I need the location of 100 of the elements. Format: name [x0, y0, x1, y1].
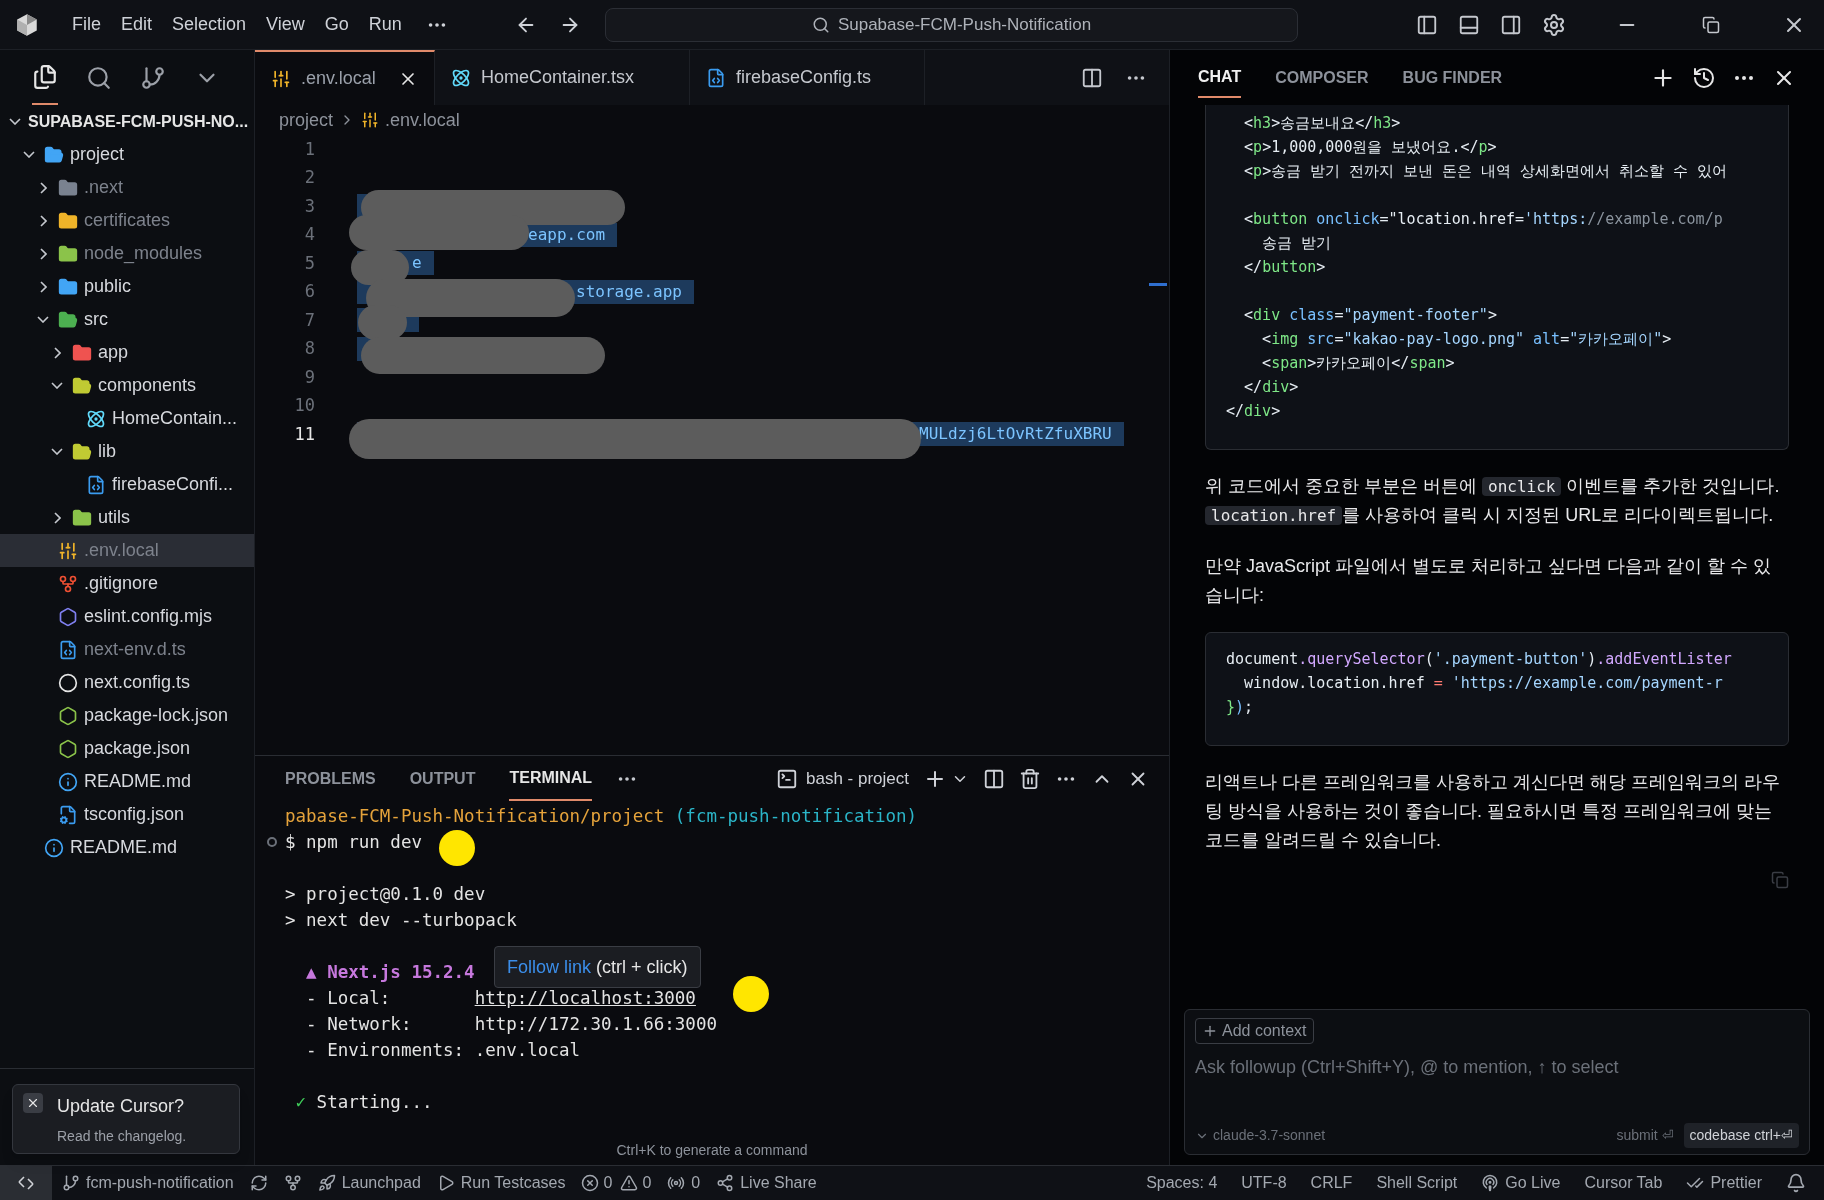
panel-tab[interactable]: OUTPUT: [409, 756, 476, 801]
status-item[interactable]: Launchpad: [317, 1171, 421, 1195]
menu-item[interactable]: Edit: [111, 11, 163, 38]
rocket-icon: [317, 1174, 336, 1192]
remote-button[interactable]: [0, 1165, 52, 1200]
chat-tab[interactable]: BUG FINDER: [1402, 57, 1503, 98]
restore-icon[interactable]: [1702, 15, 1720, 34]
editor-tab[interactable]: .env.local: [255, 50, 435, 105]
sliders-icon: [271, 68, 291, 89]
tree-item[interactable]: .env.local: [0, 534, 254, 567]
code-line: <h3>송금보내요</h3>: [1243, 113, 1401, 134]
status-item[interactable]: Spaces: 4: [1146, 1171, 1218, 1195]
bell-icon[interactable]: [1786, 1173, 1806, 1193]
menu-item[interactable]: View: [256, 11, 315, 38]
status-item[interactable]: Shell Script: [1376, 1171, 1458, 1195]
terminal-line: - Local: http://localhost:3000: [305, 986, 696, 1010]
submit-button[interactable]: submit ⏎: [1616, 1125, 1674, 1146]
status-item[interactable]: UTF-8: [1241, 1171, 1287, 1195]
tree-item[interactable]: .next: [0, 171, 254, 204]
editor-tab[interactable]: HomeContainer.tsx: [435, 50, 690, 105]
code-file-icon: [86, 474, 106, 495]
menu-item[interactable]: Run: [358, 11, 412, 38]
panel-bottom-icon[interactable]: [1458, 13, 1480, 36]
status-item[interactable]: Prettier: [1686, 1171, 1762, 1195]
broadcast-icon: [1481, 1174, 1500, 1192]
search-field[interactable]: Supabase-FCM-Push-Notification: [605, 7, 1298, 42]
tree-item[interactable]: node_modules: [0, 237, 254, 270]
atom-icon: [86, 408, 106, 429]
toast-title: Update Cursor?: [57, 1095, 186, 1118]
status-item[interactable]: CRLF: [1310, 1171, 1353, 1195]
close-button[interactable]: [23, 1093, 43, 1113]
tree-item[interactable]: package.json: [0, 732, 254, 765]
tree-item[interactable]: components: [0, 369, 254, 402]
chat-tab[interactable]: COMPOSER: [1275, 57, 1369, 98]
config-file-icon: [58, 804, 78, 825]
tree-item[interactable]: utils: [0, 501, 254, 534]
atom-icon: [451, 67, 471, 88]
panel-tab[interactable]: TERMINAL: [509, 756, 593, 801]
model-selector[interactable]: claude-3.7-sonnet: [1195, 1125, 1326, 1146]
search-icon[interactable]: [86, 64, 112, 91]
hexagon-icon: [58, 705, 78, 726]
menu-item[interactable]: Selection: [162, 11, 257, 38]
breadcrumb-item[interactable]: .env.local: [385, 106, 460, 134]
tree-item[interactable]: src: [0, 303, 254, 336]
codebase-button[interactable]: codebase ctrl+⏎: [1683, 1123, 1799, 1148]
tree-item[interactable]: lib: [0, 435, 254, 468]
hexagon-icon: [58, 606, 78, 627]
status-item[interactable]: Cursor Tab: [1584, 1171, 1663, 1195]
tree-item[interactable]: .gitignore: [0, 567, 254, 600]
code-line: </button>: [1243, 257, 1326, 278]
tree-item[interactable]: README.md: [0, 831, 254, 864]
split-editor-icon[interactable]: [1081, 66, 1103, 89]
tree-item[interactable]: next-env.d.ts: [0, 633, 254, 666]
files-icon[interactable]: [32, 63, 58, 90]
split-icon[interactable]: [983, 767, 1005, 790]
status-item[interactable]: 0: [667, 1171, 701, 1195]
tree-item[interactable]: certificates: [0, 204, 254, 237]
status-item[interactable]: Go Live: [1481, 1171, 1561, 1195]
status-item[interactable]: Live Share: [716, 1171, 817, 1195]
tree-item[interactable]: HomeContain...: [0, 402, 254, 435]
status-item[interactable]: fcm-push-notification: [62, 1171, 234, 1195]
sync-icon[interactable]: [249, 1174, 268, 1192]
code-file-icon: [706, 67, 726, 88]
tree-item[interactable]: package-lock.json: [0, 699, 254, 732]
problems-status[interactable]: 0 0: [581, 1171, 652, 1195]
history-icon[interactable]: [1692, 65, 1716, 90]
close-icon: [26, 1096, 40, 1110]
panel-left-icon[interactable]: [1416, 13, 1438, 36]
chat-input[interactable]: Ask followup (Ctrl+Shift+Y), @ to mention, ↑ to select: [1195, 1050, 1799, 1084]
panel-tab[interactable]: PROBLEMS: [285, 756, 376, 801]
code-line: <div class="payment-footer">: [1243, 305, 1497, 326]
menu-item[interactable]: File: [62, 11, 111, 38]
status-item[interactable]: Run Testcases: [436, 1171, 566, 1195]
menu-item[interactable]: Go: [314, 11, 359, 38]
trash-icon[interactable]: [1019, 767, 1041, 790]
breadcrumb-item[interactable]: project: [279, 106, 334, 134]
settings-icon[interactable]: [1542, 12, 1566, 37]
tree-item[interactable]: tsconfig.json: [0, 798, 254, 831]
tree-item[interactable]: next.config.ts: [0, 666, 254, 699]
terminal-line: - Environments: .env.local: [305, 1038, 580, 1062]
chat-paragraph: 위 코드에서 중요한 부분은 버튼에 onclick 이벤트를 추가한 것입니다. location.href 를 사용하여 클릭 시 지정된 URL로 리다이렉트됩니다.: [1205, 475, 1781, 527]
chat-tab[interactable]: CHAT: [1198, 57, 1242, 98]
source-control-icon[interactable]: [140, 64, 166, 91]
terminal-line: > project@0.1.0 dev: [285, 882, 486, 906]
line-number: 10: [293, 394, 315, 417]
terminal-selector[interactable]: bash - project: [776, 765, 909, 792]
editor-tab[interactable]: firebaseConfig.ts: [690, 50, 925, 105]
info-icon: [58, 771, 78, 792]
git-graph-icon[interactable]: [283, 1174, 302, 1192]
tree-item[interactable]: README.md: [0, 765, 254, 798]
line-number: 1: [303, 137, 315, 161]
tree-item[interactable]: public: [0, 270, 254, 303]
explorer-header[interactable]: SUPABASE-FCM-PUSH-NO...: [0, 105, 254, 138]
plus-icon: [1202, 1023, 1218, 1039]
tree-item[interactable]: eslint.config.mjs: [0, 600, 254, 633]
add-context-button[interactable]: Add context: [1195, 1018, 1314, 1044]
tree-item[interactable]: project: [0, 138, 254, 171]
panel-right-icon[interactable]: [1500, 13, 1522, 36]
tree-item[interactable]: app: [0, 336, 254, 369]
tree-item[interactable]: firebaseConfi...: [0, 468, 254, 501]
